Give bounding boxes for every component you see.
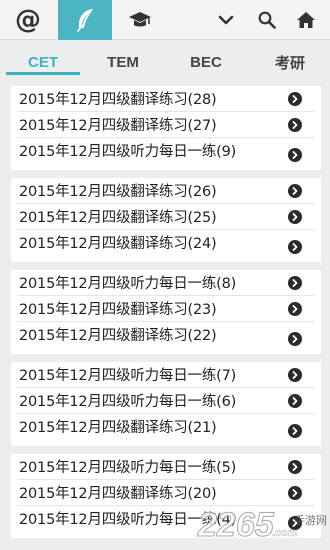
list-item[interactable]: 2015年12月四级翻译练习(25) <box>11 204 321 230</box>
tab-cet[interactable]: CET <box>6 40 80 84</box>
tab-tem[interactable]: TEM <box>86 40 160 84</box>
chevron-right-icon[interactable] <box>288 148 302 162</box>
chevron-right-icon[interactable] <box>288 118 302 132</box>
article-title: 2015年12月四级翻译练习(22) <box>19 328 217 344</box>
watermark-brand: 2265 <box>197 506 275 544</box>
list-item[interactable]: 2015年12月四级翻译练习(24) <box>11 230 321 260</box>
list-item[interactable]: 2015年12月四级听力每日一练(9) <box>11 138 321 168</box>
list-item[interactable]: 2015年12月四级翻译练习(22) <box>11 322 321 352</box>
chevron-right-icon[interactable] <box>288 276 302 290</box>
list-item[interactable]: 2015年12月四级听力每日一练(8) <box>11 270 321 296</box>
search-icon[interactable] <box>252 0 282 40</box>
watermark-label: 手游网 <box>294 513 327 527</box>
watermark-suffix: .com <box>272 527 298 539</box>
feather-icon[interactable] <box>58 0 112 40</box>
article-title: 2015年12月四级翻译练习(26) <box>19 184 217 200</box>
article-title: 2015年12月四级翻译练习(23) <box>19 302 217 318</box>
article-title: 2015年12月四级听力每日一练(9) <box>19 144 237 160</box>
article-title: 2015年12月四级听力每日一练(8) <box>19 276 237 292</box>
list-item[interactable]: 2015年12月四级听力每日一练(6) <box>11 388 321 414</box>
article-title: 2015年12月四级听力每日一练(5) <box>19 460 237 476</box>
tab-kaoyan[interactable]: 考研 <box>252 40 328 84</box>
article-title: 2015年12月四级听力每日一练(7) <box>19 368 237 384</box>
article-title: 2015年12月四级翻译练习(27) <box>19 118 217 134</box>
chevron-down-icon[interactable] <box>211 0 241 40</box>
chevron-right-icon[interactable] <box>288 394 302 408</box>
list-item[interactable]: 2015年12月四级翻译练习(28) <box>11 86 321 112</box>
article-group: 2015年12月四级翻译练习(26) 2015年12月四级翻译练习(25) 20… <box>11 178 321 262</box>
chevron-right-icon[interactable] <box>288 302 302 316</box>
article-title: 2015年12月四级翻译练习(25) <box>19 210 217 226</box>
list-item[interactable]: 2015年12月四级翻译练习(21) <box>11 414 321 444</box>
list-item[interactable]: 2015年12月四级听力每日一练(5) <box>11 454 321 480</box>
chevron-right-icon[interactable] <box>288 368 302 382</box>
article-title: 2015年12月四级翻译练习(28) <box>19 92 217 108</box>
graduation-cap-icon[interactable] <box>112 0 168 40</box>
article-group: 2015年12月四级听力每日一练(8) 2015年12月四级翻译练习(23) 2… <box>11 270 321 354</box>
at-symbol: @ <box>15 5 41 35</box>
article-title: 2015年12月四级翻译练习(21) <box>19 420 217 436</box>
article-title: 2015年12月四级翻译练习(20) <box>19 486 217 502</box>
active-tab-indicator <box>6 72 80 75</box>
list-item[interactable]: 2015年12月四级听力每日一练(7) <box>11 362 321 388</box>
top-toolbar: @ <box>0 0 330 40</box>
list-item[interactable]: 2015年12月四级翻译练习(27) <box>11 112 321 138</box>
at-icon[interactable]: @ <box>0 0 56 40</box>
chevron-right-icon[interactable] <box>288 92 302 106</box>
chevron-right-icon[interactable] <box>288 184 302 198</box>
chevron-right-icon[interactable] <box>288 460 302 474</box>
article-title: 2015年12月四级翻译练习(24) <box>19 236 217 252</box>
tab-bec[interactable]: BEC <box>168 40 244 84</box>
article-group: 2015年12月四级听力每日一练(7) 2015年12月四级听力每日一练(6) … <box>11 362 321 446</box>
site-watermark: 2265 .com 手游网 <box>197 506 328 545</box>
chevron-right-icon[interactable] <box>288 210 302 224</box>
chevron-right-icon[interactable] <box>288 240 302 254</box>
chevron-right-icon[interactable] <box>288 332 302 346</box>
article-title: 2015年12月四级听力每日一练(6) <box>19 394 237 410</box>
list-item[interactable]: 2015年12月四级翻译练习(26) <box>11 178 321 204</box>
list-item[interactable]: 2015年12月四级翻译练习(23) <box>11 296 321 322</box>
category-tabs: CET TEM BEC 考研 <box>0 40 330 84</box>
chevron-right-icon[interactable] <box>288 424 302 438</box>
article-group: 2015年12月四级翻译练习(28) 2015年12月四级翻译练习(27) 20… <box>11 86 321 170</box>
home-icon[interactable] <box>290 0 322 40</box>
